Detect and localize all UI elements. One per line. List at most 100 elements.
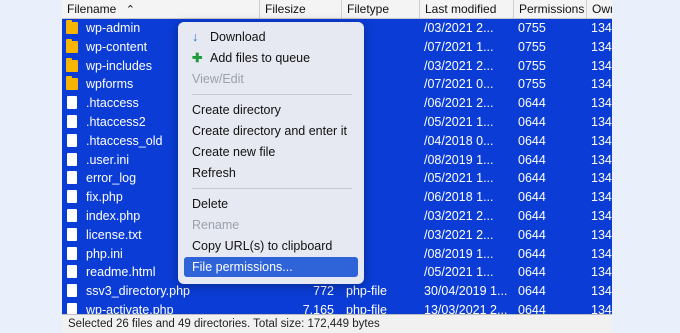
last-modified-cell: /03/2021 2... xyxy=(424,58,494,73)
column-filetype[interactable]: Filetype xyxy=(342,0,420,18)
file-icon xyxy=(67,115,77,128)
file-icon xyxy=(67,96,77,110)
permissions-cell: 0644 xyxy=(518,284,546,299)
menu-download[interactable]: ↓ Download xyxy=(184,27,358,47)
file-icon xyxy=(67,227,77,241)
filename-text: wp-includes xyxy=(86,58,153,73)
last-modified-cell: /06/2018 1... xyxy=(424,190,494,205)
menu-create-directory[interactable]: Create directory xyxy=(184,100,358,120)
owner-group-cell: 1341 1340 xyxy=(591,133,612,148)
right-margin xyxy=(612,0,680,333)
owner-group-cell: 1341 1340 xyxy=(591,58,612,73)
file-icon xyxy=(67,209,77,222)
folder-icon xyxy=(66,57,78,72)
last-modified-cell: /05/2021 1... xyxy=(424,115,494,129)
permissions-cell: 0755 xyxy=(518,39,546,54)
last-modified-cell: /04/2018 0... xyxy=(424,133,494,148)
filesize-cell: 772 xyxy=(313,284,334,299)
last-modified-cell: /08/2019 1... xyxy=(424,152,494,167)
filename-text: .user.ini xyxy=(86,152,130,167)
column-permissions[interactable]: Permissions xyxy=(514,0,587,18)
last-modified-cell: /05/2021 1... xyxy=(424,265,494,280)
owner-group-cell: 1341 1340 xyxy=(591,171,612,186)
owner-group-cell: 1341 1340 xyxy=(591,227,612,242)
owner-group-cell: 1341 1340 xyxy=(591,77,612,92)
menu-refresh[interactable]: Refresh xyxy=(184,163,358,183)
last-modified-cell: /03/2021 2... xyxy=(424,227,494,242)
file-icon xyxy=(67,246,77,260)
filename-text: error_log xyxy=(86,171,137,186)
owner-group-cell: 1341 1340 xyxy=(591,39,612,54)
folder-icon xyxy=(66,38,78,53)
owner-group-cell: 1341 1340 xyxy=(591,265,612,280)
last-modified-cell: /07/2021 0... xyxy=(424,77,494,92)
column-filename[interactable]: Filename ⌃ xyxy=(62,0,260,18)
permissions-cell: 0644 xyxy=(518,96,546,111)
filename-cell: ssv3_directory.php xyxy=(62,282,260,301)
column-header-bar: Filename ⌃ Filesize Filetype Last modifi… xyxy=(62,0,612,19)
folder-icon xyxy=(66,20,78,34)
owner-group-cell: 1341 1340 xyxy=(591,190,612,205)
column-filesize[interactable]: Filesize xyxy=(260,0,342,18)
left-margin xyxy=(0,0,62,333)
filename-text: .htaccess2 xyxy=(86,115,146,129)
filename-text: index.php xyxy=(86,209,141,223)
table-row[interactable]: ssv3_directory.php 772 php-file 30/04/2019 … xyxy=(62,282,612,301)
filename-text: fix.php xyxy=(86,190,123,205)
menu-rename[interactable]: Rename xyxy=(184,215,358,235)
permissions-cell: 0644 xyxy=(518,190,546,205)
last-modified-cell: /03/2021 2... xyxy=(424,21,494,35)
last-modified-cell: /08/2019 1... xyxy=(424,246,494,261)
filename-text: license.txt xyxy=(86,227,142,242)
filename-text: .htaccess xyxy=(86,96,139,111)
owner-group-cell: 1341 1340 xyxy=(591,115,612,129)
filename-text: .htaccess_old xyxy=(86,133,163,148)
last-modified-cell: /05/2021 1... xyxy=(424,171,494,186)
owner-group-cell: 1341 1340 xyxy=(591,152,612,167)
column-filename-label: Filename xyxy=(67,2,117,16)
filename-text: wpforms xyxy=(86,77,134,92)
menu-file-permissions[interactable]: File permissions... xyxy=(184,257,358,277)
menu-create-new-file[interactable]: Create new file xyxy=(184,142,358,162)
owner-group-cell: 1341 1340 xyxy=(591,209,612,223)
owner-group-cell: 1341 1340 xyxy=(591,21,612,35)
owner-group-cell: 1341 1340 xyxy=(591,96,612,111)
menu-delete[interactable]: Delete xyxy=(184,194,358,214)
menu-create-directory-enter[interactable]: Create directory and enter it xyxy=(184,121,358,141)
add-queue-icon: ✚ xyxy=(192,51,203,65)
file-icon xyxy=(67,133,77,147)
last-modified-cell: /07/2021 1... xyxy=(424,39,494,54)
owner-group-cell: 1341 1340 xyxy=(591,284,612,299)
filetype-cell: php-file xyxy=(346,284,387,299)
last-modified-cell: /03/2021 2... xyxy=(424,209,494,223)
file-icon xyxy=(67,265,77,279)
permissions-cell: 0644 xyxy=(518,171,546,186)
column-owner-group[interactable]: Owner/Group xyxy=(587,0,612,18)
menu-add-to-queue-label: Add files to queue xyxy=(210,51,311,65)
permissions-cell: 0644 xyxy=(518,265,546,280)
menu-copy-url[interactable]: Copy URL(s) to clipboard xyxy=(184,236,358,256)
permissions-cell: 0644 xyxy=(518,133,546,148)
permissions-cell: 0755 xyxy=(518,21,546,35)
chevron-up-icon: ⌃ xyxy=(125,4,135,16)
filename-text: readme.html xyxy=(86,265,156,280)
menu-separator xyxy=(192,94,352,95)
menu-separator xyxy=(192,188,352,189)
menu-add-to-queue[interactable]: ✚ Add files to queue xyxy=(184,48,358,68)
filename-text: ssv3_directory.php xyxy=(86,284,190,299)
last-modified-cell: /06/2021 2... xyxy=(424,96,494,111)
permissions-cell: 0644 xyxy=(518,227,546,242)
filename-text: wp-admin xyxy=(86,21,141,35)
context-menu: ↓ Download ✚ Add files to queue View/Edit … xyxy=(178,22,364,284)
menu-download-label: Download xyxy=(210,30,266,44)
filename-text: php.ini xyxy=(86,246,123,261)
download-icon: ↓ xyxy=(192,30,199,44)
file-icon xyxy=(67,171,77,185)
menu-view-edit[interactable]: View/Edit xyxy=(184,69,358,89)
column-last-modified[interactable]: Last modified xyxy=(420,0,514,18)
file-icon xyxy=(67,284,77,298)
last-modified-cell: 30/04/2019 1... xyxy=(424,284,508,299)
status-bar: Selected 26 files and 49 directories. To… xyxy=(62,314,612,333)
permissions-cell: 0755 xyxy=(518,58,546,73)
file-icon xyxy=(67,152,77,166)
